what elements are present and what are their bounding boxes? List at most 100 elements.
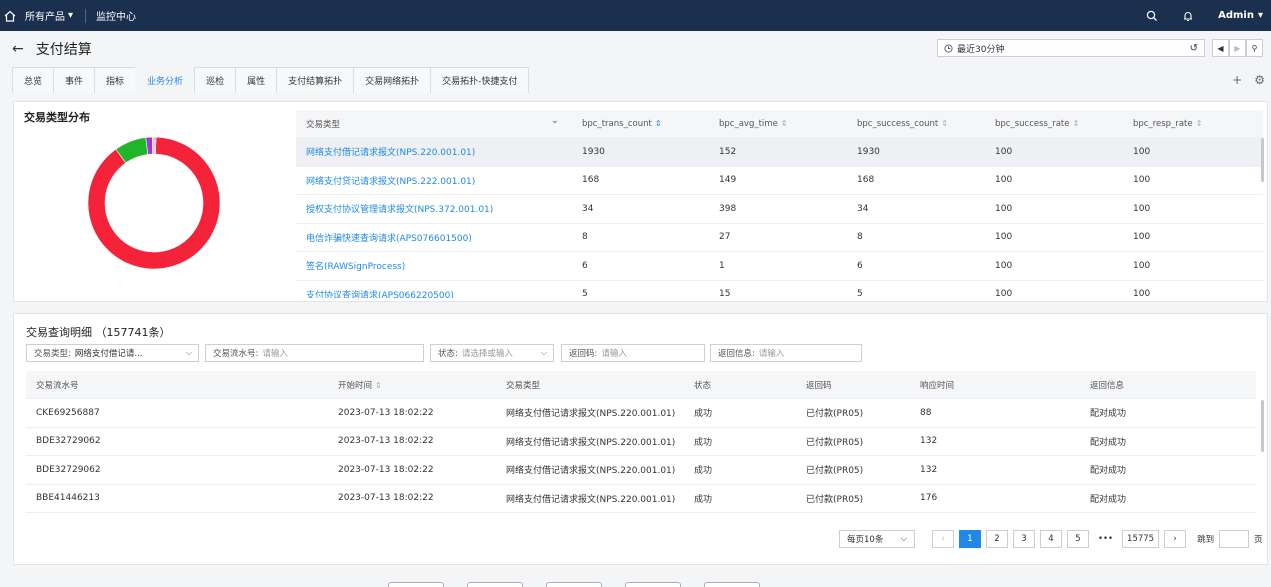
- table-cell: BDE32729062: [36, 436, 101, 447]
- scrollbar[interactable]: [1261, 138, 1264, 182]
- type-link[interactable]: 电信诈骗快速查询请求(APS076601500): [296, 231, 570, 244]
- tab-4[interactable]: 巡检: [194, 67, 237, 93]
- table-cell: 5: [857, 289, 863, 298]
- serial-filter[interactable]: 交易流水号: 请输入: [205, 344, 424, 362]
- table-cell: 已付款(PR05): [806, 466, 864, 477]
- column-header[interactable]: bpc_trans_count ⇕: [570, 119, 707, 129]
- add-icon[interactable]: +: [1232, 73, 1242, 87]
- sort-icon[interactable]: ⇕: [655, 119, 662, 128]
- monitor-center-link[interactable]: 监控中心: [96, 8, 136, 23]
- column-header[interactable]: bpc_avg_time ⇕: [707, 119, 845, 129]
- bottom-buttons: [388, 582, 760, 587]
- prev-icon[interactable]: ◀: [1212, 39, 1229, 57]
- table-cell: 成功: [694, 494, 713, 505]
- table-cell: CKE69256887: [36, 407, 100, 418]
- table-cell: 100: [1133, 146, 1151, 157]
- title-bar: ← 支付结算 最近30分钟 ↺ ◀ ▶ ⚲: [0, 31, 1271, 67]
- table-row[interactable]: BDE32729062 2023-07-13 18:02:22 网络支付借记请求报文…: [26, 428, 1256, 456]
- table-cell: 6: [857, 260, 863, 271]
- tab-5[interactable]: 属性: [235, 67, 278, 93]
- back-arrow-icon[interactable]: ←: [12, 41, 24, 57]
- tab-1[interactable]: 事件: [53, 67, 96, 93]
- column-header-label: bpc_avg_time: [719, 118, 778, 129]
- prev-page-button[interactable]: ‹: [932, 530, 954, 548]
- table-row[interactable]: BDE32729062 2023-07-13 18:02:22 网络支付借记请求报文…: [26, 456, 1256, 485]
- serial-filter-label: 交易流水号:: [213, 349, 259, 359]
- column-header-label: 返回信息: [1090, 380, 1125, 391]
- tab-3[interactable]: 业务分析: [135, 67, 196, 93]
- table-row[interactable]: CKE69256887 2023-07-13 18:02:22 网络支付借记请求报文…: [26, 399, 1256, 428]
- column-header[interactable]: bpc_success_rate ⇕: [983, 119, 1121, 129]
- column-header-label: 响应时间: [920, 380, 955, 391]
- table-row[interactable]: 电信诈骗快速查询请求(APS076601500) 8 27 8 100 100: [296, 224, 1263, 252]
- column-header[interactable]: 开始时间 ⇕: [328, 379, 496, 391]
- next-icon[interactable]: ▶: [1229, 39, 1246, 57]
- column-header[interactable]: 交易类型 ⏷: [296, 118, 570, 130]
- type-link[interactable]: 网络支付借记请求报文(NPS.220.001.01): [296, 145, 570, 158]
- page-button[interactable]: 1: [959, 530, 981, 548]
- page-button[interactable]: 5: [1067, 530, 1089, 548]
- table-row[interactable]: 网络支付贷记请求报文(NPS.222.001.01) 168 149 168 100 10…: [296, 167, 1263, 195]
- code-filter[interactable]: 返回码: 请输入: [561, 344, 705, 362]
- table-row[interactable]: 网络支付借记请求报文(NPS.220.001.01) 1930 152 1930 100…: [296, 138, 1263, 167]
- table-cell: 100: [995, 232, 1013, 243]
- column-header: 响应时间: [910, 379, 1080, 391]
- tab-8[interactable]: 交易拓扑-快捷支付: [430, 67, 530, 93]
- status-filter[interactable]: 状态: 请选择或输入 ⌵: [430, 344, 554, 362]
- type-link[interactable]: 签名(RAWSignProcess): [296, 259, 570, 272]
- page-button[interactable]: 4: [1040, 530, 1062, 548]
- page-button[interactable]: 2: [986, 530, 1008, 548]
- table-cell: 配对成功: [1090, 409, 1127, 420]
- sort-icon[interactable]: ⇕: [941, 119, 948, 128]
- zoom-icon[interactable]: ⚲: [1246, 39, 1263, 57]
- filter-icon[interactable]: ⏷: [552, 118, 558, 130]
- column-header[interactable]: bpc_success_count ⇕: [845, 119, 983, 129]
- bottom-button[interactable]: [704, 582, 760, 587]
- sort-icon[interactable]: ⇕: [1072, 119, 1079, 128]
- table-row[interactable]: BBE41446213 2023-07-13 18:02:22 网络支付借记请求报文…: [26, 485, 1256, 513]
- page-button[interactable]: 3: [1013, 530, 1035, 548]
- sort-icon[interactable]: ⇕: [1196, 119, 1203, 128]
- refresh-icon[interactable]: ↺: [1190, 43, 1198, 54]
- type-link[interactable]: 授权支付协议管理请求报文(NPS.372.001.01): [296, 202, 570, 215]
- bottom-button[interactable]: [467, 582, 523, 587]
- table-cell: 27: [719, 232, 731, 243]
- type-link[interactable]: 支付协议查询请求(APS066220500): [296, 288, 570, 298]
- tab-2[interactable]: 指标: [94, 67, 137, 93]
- bottom-button[interactable]: [546, 582, 602, 587]
- type-filter[interactable]: 交易类型: 网络支付借记请... ⌵: [26, 344, 199, 362]
- search-icon[interactable]: [1146, 10, 1158, 22]
- time-range-picker[interactable]: 最近30分钟 ↺: [937, 39, 1205, 57]
- table-cell: 149: [719, 175, 737, 186]
- more-pages[interactable]: •••: [1094, 530, 1118, 548]
- column-header-label: 交易流水号: [36, 380, 79, 391]
- tab-6[interactable]: 支付结算拓扑: [276, 67, 355, 93]
- message-filter[interactable]: 返回信息: 请输入: [710, 344, 862, 362]
- bottom-button[interactable]: [625, 582, 681, 587]
- bell-icon[interactable]: [1182, 10, 1194, 22]
- home-icon[interactable]: [3, 9, 17, 23]
- type-link[interactable]: 网络支付贷记请求报文(NPS.222.001.01): [296, 174, 570, 187]
- last-page-button[interactable]: 15775: [1122, 530, 1160, 548]
- products-menu[interactable]: 所有产品 ▾: [25, 8, 73, 23]
- sort-icon[interactable]: ⇕: [375, 381, 382, 390]
- settings-icon[interactable]: ⚙: [1254, 73, 1265, 87]
- tab-0[interactable]: 总览: [12, 67, 55, 93]
- donut-slice[interactable]: [154, 136, 157, 155]
- donut-slice[interactable]: [87, 136, 221, 270]
- next-page-button[interactable]: ›: [1164, 530, 1187, 548]
- goto-input[interactable]: [1219, 530, 1250, 548]
- sort-icon[interactable]: ⇕: [781, 119, 788, 128]
- table-row[interactable]: 支付协议查询请求(APS066220500) 5 15 5 100 100: [296, 281, 1263, 298]
- bottom-button[interactable]: [388, 582, 444, 587]
- table-row[interactable]: 签名(RAWSignProcess) 6 1 6 100 100: [296, 252, 1263, 281]
- user-menu[interactable]: Admin ▾: [1218, 10, 1263, 21]
- table-cell: 配对成功: [1090, 466, 1127, 477]
- scrollbar[interactable]: [1261, 400, 1264, 452]
- tab-7[interactable]: 交易网络拓扑: [353, 67, 432, 93]
- table-cell: 1930: [582, 146, 605, 157]
- column-header[interactable]: bpc_resp_rate ⇕: [1121, 119, 1259, 129]
- time-range-value: 最近30分钟: [957, 44, 1005, 55]
- page-size-select[interactable]: 每页10条 ⌵: [839, 530, 915, 548]
- table-row[interactable]: 授权支付协议管理请求报文(NPS.372.001.01) 34 398 34 100 10…: [296, 195, 1263, 224]
